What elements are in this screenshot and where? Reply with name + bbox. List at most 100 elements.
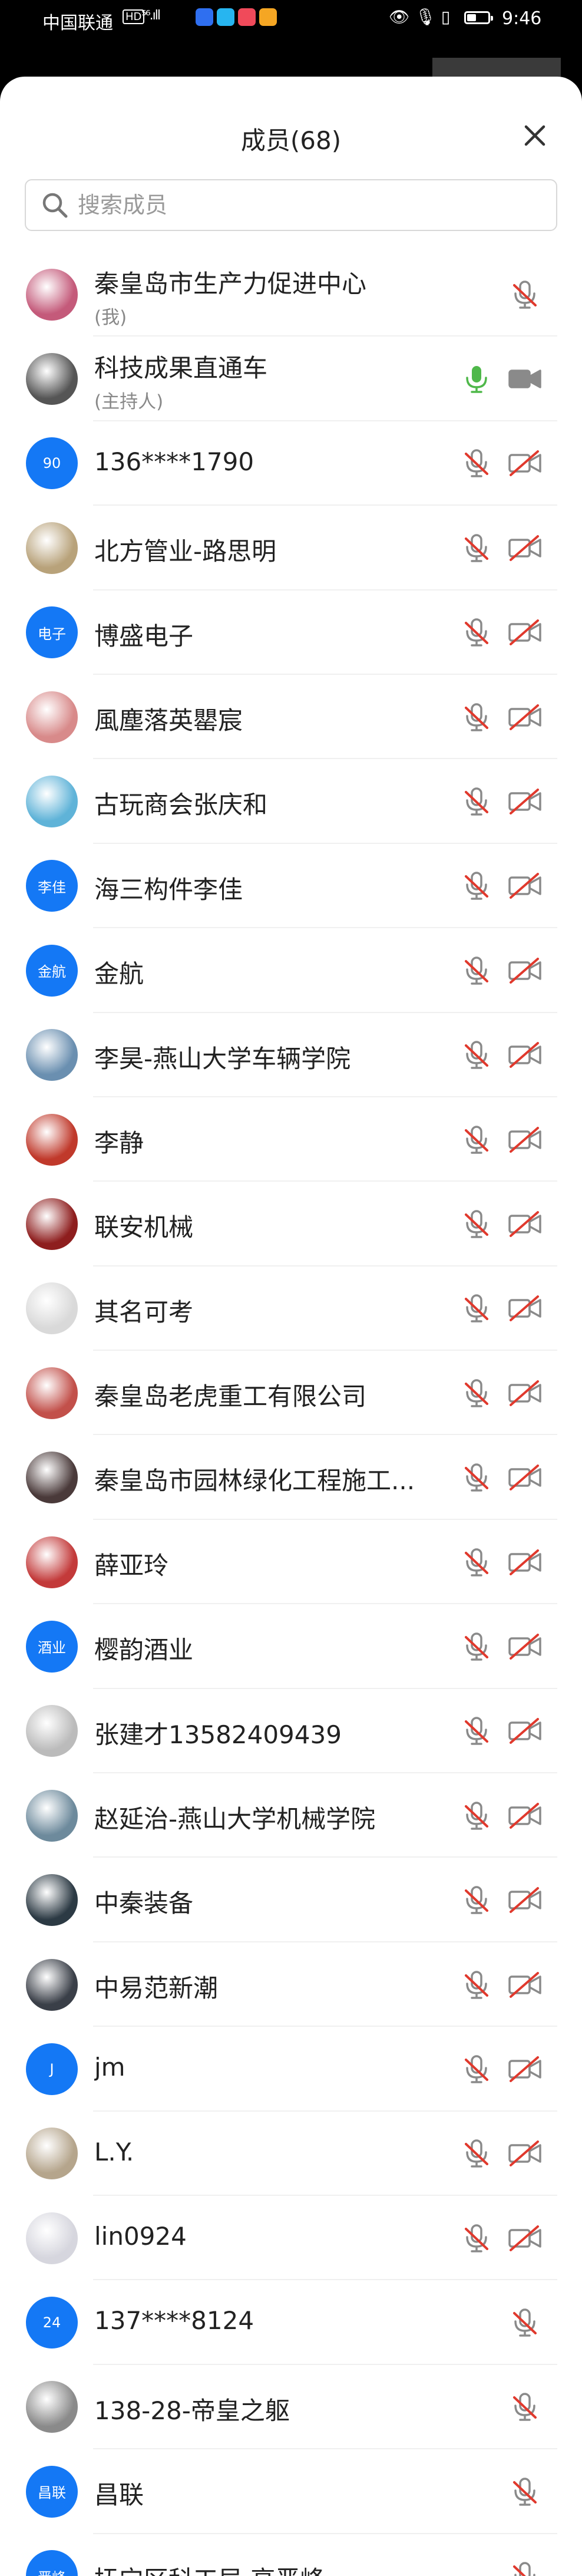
app-icon-red [238, 8, 256, 26]
member-row[interactable]: 秦皇岛市生产力促进中心 (我) [0, 252, 582, 337]
member-name: 138-28-帝皇之躯 [94, 2396, 290, 2425]
camera-off-icon[interactable] [504, 2049, 545, 2090]
close-button[interactable] [517, 118, 553, 153]
camera-off-icon[interactable] [504, 697, 545, 738]
camera-off-icon[interactable] [504, 527, 545, 569]
mic-muted-icon[interactable] [456, 2049, 497, 2090]
camera-off-icon[interactable] [504, 1964, 545, 2006]
camera-off-icon[interactable] [504, 1373, 545, 1414]
member-row[interactable]: 24 137****8124 [0, 2280, 582, 2365]
member-row[interactable]: lin0924 [0, 2196, 582, 2281]
avatar-image [26, 1536, 78, 1588]
mic-muted-icon[interactable] [456, 950, 497, 991]
member-name: L.Y. [94, 2137, 134, 2166]
member-row[interactable]: Jjm [0, 2027, 582, 2112]
mic-muted-icon[interactable] [456, 1373, 497, 1414]
member-row[interactable]: 古玩商会张庆和 [0, 759, 582, 844]
camera-off-icon[interactable] [504, 781, 545, 822]
search-box[interactable] [25, 179, 557, 231]
member-row[interactable]: 北方管业-路思明 [0, 506, 582, 591]
mic-muted-icon[interactable] [456, 1964, 497, 2006]
member-row[interactable]: 秦皇岛老虎重工有限公司 [0, 1351, 582, 1436]
mic-muted-icon[interactable] [504, 274, 545, 315]
member-row[interactable]: 酒业 樱韵酒业 [0, 1604, 582, 1689]
member-row[interactable]: 张建才13582409439 [0, 1689, 582, 1774]
member-row[interactable]: 金航 金航 [0, 928, 582, 1013]
member-row[interactable]: 風塵落英罌宸 [0, 675, 582, 760]
mic-muted-icon[interactable] [456, 443, 497, 484]
camera-off-icon[interactable] [504, 1034, 545, 1076]
camera-off-icon[interactable] [504, 1879, 545, 1921]
camera-off-icon[interactable] [504, 1203, 545, 1245]
camera-off-icon[interactable] [504, 1795, 545, 1836]
member-avatar [26, 1452, 78, 1504]
mic-muted-icon[interactable] [456, 1203, 497, 1245]
member-avatar [26, 1536, 78, 1588]
member-name: 秦皇岛市生产力促进中心 [94, 269, 367, 298]
camera-off-icon[interactable] [504, 865, 545, 906]
mic-muted-icon[interactable] [456, 612, 497, 653]
member-row[interactable]: 中易范新潮 [0, 1942, 582, 2027]
mic-muted-icon[interactable] [456, 1119, 497, 1160]
mic-muted-icon[interactable] [456, 2133, 497, 2174]
member-row[interactable]: 其名可考 [0, 1266, 582, 1351]
camera-off-icon[interactable] [504, 1457, 545, 1498]
camera-off-icon[interactable] [504, 1710, 545, 1752]
mic-muted-icon[interactable] [456, 2218, 497, 2259]
camera-off-icon[interactable] [504, 950, 545, 991]
mic-muted-icon[interactable] [456, 1795, 497, 1836]
mic-muted-icon[interactable] [504, 2386, 545, 2427]
member-avatar: 金航 [26, 944, 78, 997]
member-name: 博盛电子 [94, 621, 194, 651]
member-name: 张建才13582409439 [94, 1720, 342, 1749]
member-row[interactable]: 李静 [0, 1097, 582, 1182]
search-input[interactable] [77, 192, 538, 219]
avatar-image [26, 1198, 78, 1250]
mic-muted-icon[interactable] [504, 2471, 545, 2512]
mic-muted-icon[interactable] [456, 1457, 497, 1498]
mic-muted-icon[interactable] [456, 781, 497, 822]
mic-muted-icon[interactable] [456, 1879, 497, 1921]
mic-muted-icon[interactable] [456, 1710, 497, 1752]
member-row[interactable]: 联安机械 [0, 1182, 582, 1266]
member-row[interactable]: 晋峰 抚宁区科工局 高晋峰 [0, 2534, 582, 2576]
camera-off-icon[interactable] [504, 1288, 545, 1329]
camera-off-icon[interactable] [504, 2218, 545, 2259]
member-row[interactable]: 李昊-燕山大学车辆学院 [0, 1013, 582, 1097]
member-name: 其名可考 [94, 1297, 194, 1327]
mic-on-icon[interactable] [456, 358, 497, 400]
member-avatar [26, 1029, 78, 1081]
mic-muted-icon[interactable] [456, 1288, 497, 1329]
camera-off-icon[interactable] [504, 443, 545, 484]
mic-muted-icon[interactable] [504, 2555, 545, 2576]
member-row[interactable]: 薛亚玲 [0, 1520, 582, 1605]
mic-muted-icon[interactable] [456, 1542, 497, 1583]
mic-muted-icon[interactable] [456, 1034, 497, 1076]
member-row[interactable]: 赵延治-燕山大学机械学院 [0, 1773, 582, 1858]
member-row[interactable]: 昌联 昌联 [0, 2449, 582, 2534]
member-row[interactable]: 90 136****1790 [0, 421, 582, 506]
mic-muted-icon[interactable] [456, 865, 497, 906]
camera-off-icon[interactable] [504, 1542, 545, 1583]
avatar-image [26, 1367, 78, 1419]
mic-muted-icon[interactable] [504, 2302, 545, 2343]
member-row[interactable]: 秦皇岛市园林绿化工程施工... [0, 1435, 582, 1520]
camera-on-icon[interactable] [504, 358, 545, 400]
mic-muted-icon[interactable] [456, 697, 497, 738]
camera-off-icon[interactable] [504, 612, 545, 653]
camera-off-icon[interactable] [504, 1119, 545, 1160]
member-list: 秦皇岛市生产力促进中心 (我) 科技成果直通车 (主持人) 90 136****179… [0, 252, 582, 2576]
member-row[interactable]: L.Y. [0, 2112, 582, 2196]
mic-muted-icon[interactable] [456, 527, 497, 569]
member-row[interactable]: 科技成果直通车 (主持人) [0, 337, 582, 421]
member-name: 李昊-燕山大学车辆学院 [94, 1044, 351, 1073]
member-row[interactable]: 电子 博盛电子 [0, 591, 582, 675]
camera-off-icon[interactable] [504, 2133, 545, 2174]
member-row[interactable]: 中秦装备 [0, 1858, 582, 1942]
member-row[interactable]: 138-28-帝皇之躯 [0, 2365, 582, 2450]
mic-muted-icon[interactable] [456, 1626, 497, 1667]
avatar-image [26, 2128, 78, 2180]
member-row[interactable]: 李佳 海三构件李佳 [0, 844, 582, 929]
camera-off-icon[interactable] [504, 1626, 545, 1667]
member-avatar [26, 1874, 78, 1927]
